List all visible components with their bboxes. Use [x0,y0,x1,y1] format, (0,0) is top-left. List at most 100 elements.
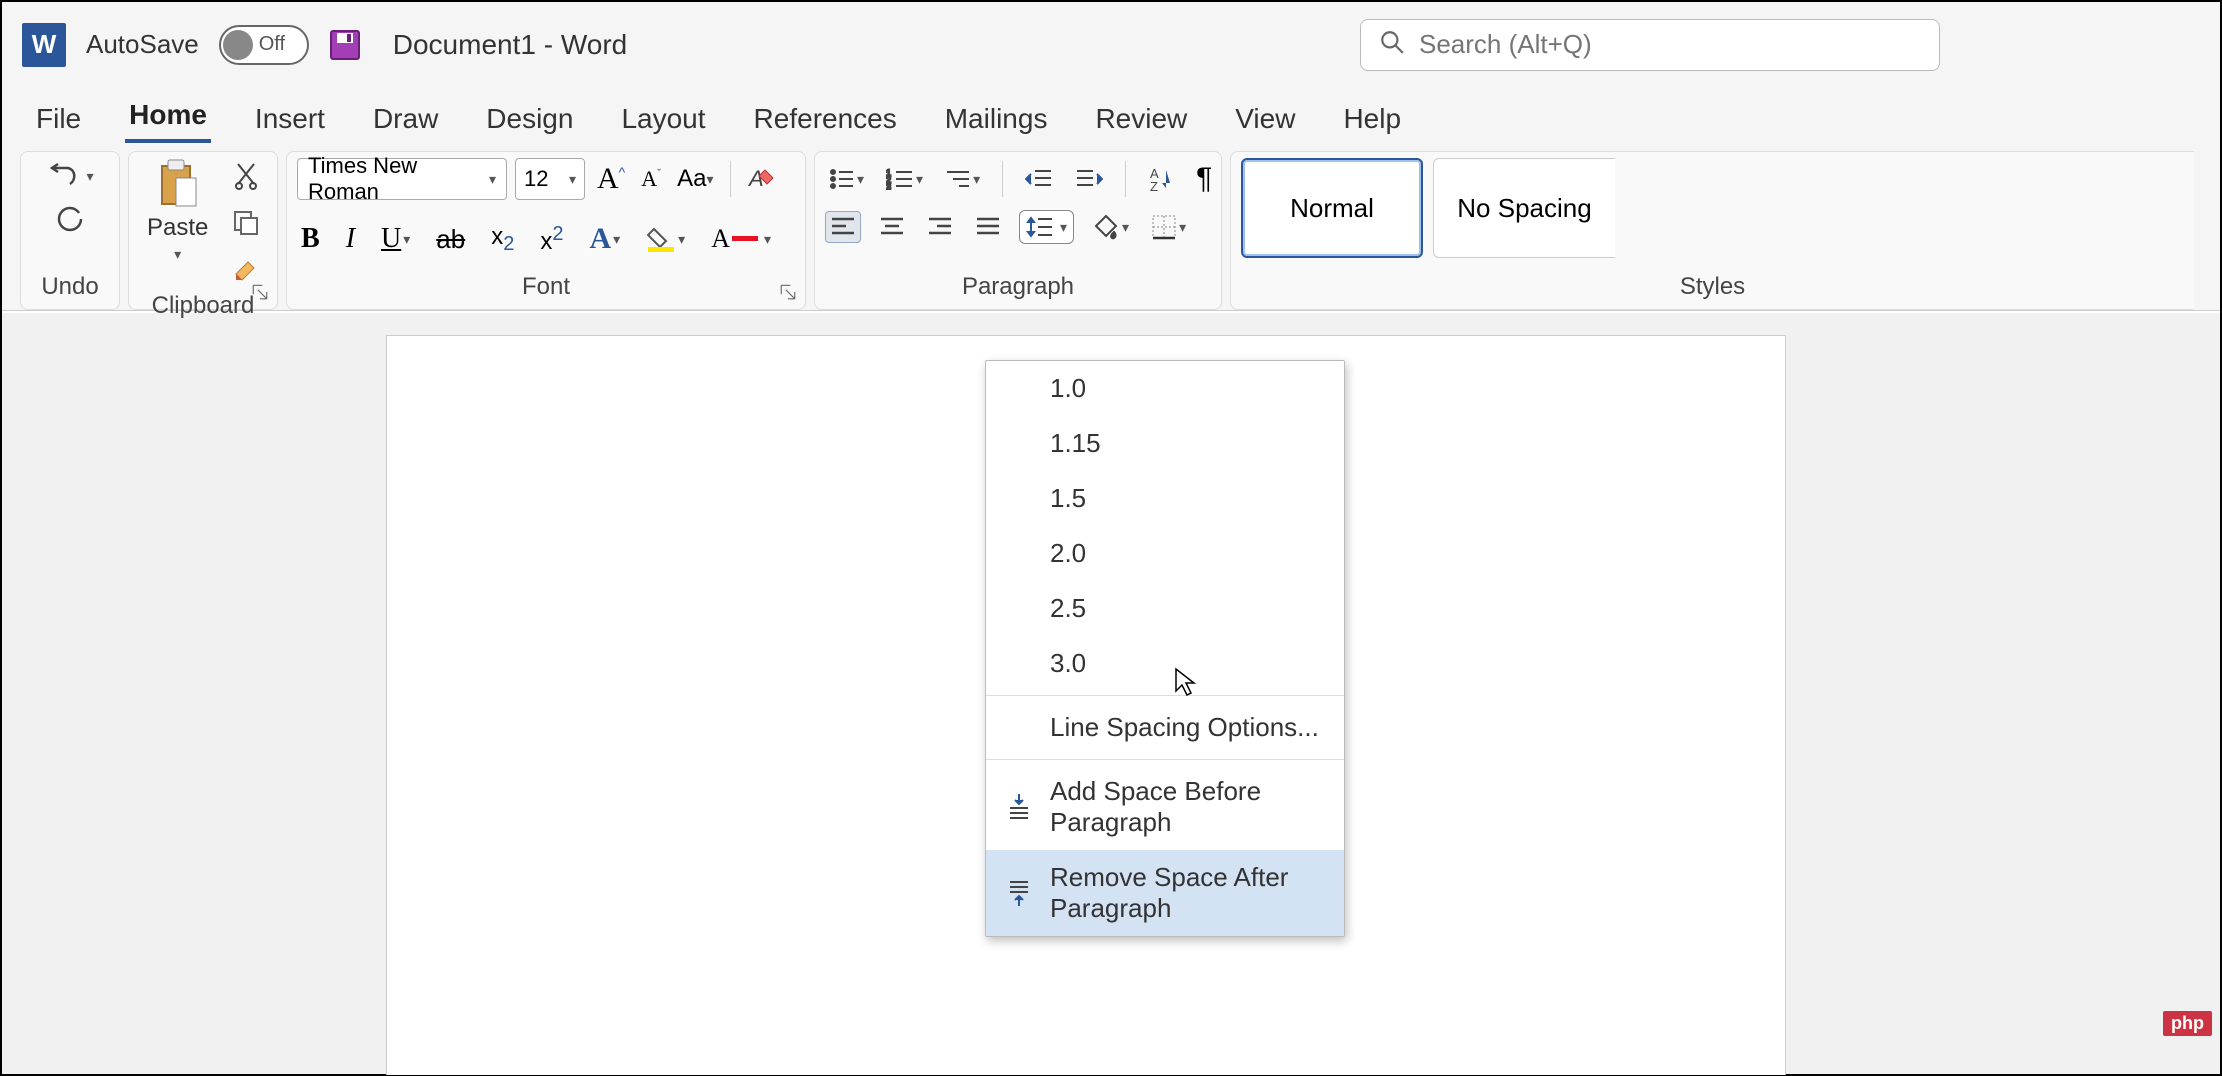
undo-button[interactable]: ▾ [42,158,97,194]
style-no-spacing[interactable]: No Spacing [1433,158,1615,258]
underline-button[interactable]: U▾ [377,219,414,259]
spacing-2-5[interactable]: 2.5 [986,581,1344,636]
group-paragraph: ▾ 123▾ ▾ AZ ¶ ▾ ▾ ▾ [814,151,1222,310]
tab-mailings[interactable]: Mailings [941,95,1052,143]
tab-file[interactable]: File [32,95,85,143]
add-space-before[interactable]: Add Space Before Paragraph [986,764,1344,850]
font-size-value: 12 [524,166,548,192]
tab-view[interactable]: View [1231,95,1299,143]
mouse-cursor-icon [1174,667,1198,702]
divider [1125,161,1126,197]
tab-insert[interactable]: Insert [251,95,329,143]
font-size-combo[interactable]: 12 ▾ [515,158,585,200]
chevron-down-icon: ▾ [86,168,93,185]
chevron-down-icon: ▾ [569,171,576,188]
numbering-button[interactable]: 123▾ [882,164,927,194]
align-center-button[interactable] [875,212,909,242]
tab-review[interactable]: Review [1091,95,1191,143]
dialog-launcher-icon[interactable] [779,283,797,301]
divider [730,161,731,197]
chevron-down-icon: ▾ [489,171,496,188]
tab-layout[interactable]: Layout [617,95,709,143]
remove-space-after[interactable]: Remove Space After Paragraph [986,850,1344,936]
align-left-button[interactable] [825,211,861,243]
tab-help[interactable]: Help [1339,95,1405,143]
increase-indent-button[interactable] [1071,164,1107,194]
chevron-down-icon[interactable]: ▾ [174,246,181,263]
copy-button[interactable] [229,206,263,240]
borders-button[interactable]: ▾ [1147,210,1190,244]
clear-formatting-button[interactable]: A [743,160,781,198]
svg-text:Z: Z [1150,179,1158,192]
spacing-1-0[interactable]: 1.0 [986,361,1344,416]
autosave-knob [223,30,253,60]
font-name-combo[interactable]: Times New Roman ▾ [297,158,507,200]
menu-separator [986,759,1344,760]
line-spacing-button[interactable]: ▾ [1019,210,1074,244]
chevron-down-icon: ▾ [1060,219,1067,236]
justify-button[interactable] [971,212,1005,242]
autosave-label: AutoSave [86,29,199,60]
grow-font-button[interactable]: A^ [593,158,629,200]
ribbon: ▾ Undo Paste ▾ Clipboard [2,143,2220,311]
autosave-toggle[interactable]: Off [219,25,309,65]
menu-separator [986,695,1344,696]
superscript-button[interactable]: x2 [536,219,567,260]
group-font: Times New Roman ▾ 12 ▾ A^ Aˇ Aa▾ A B I U… [286,151,806,310]
divider [1002,161,1003,197]
php-badge: php [2163,1011,2212,1036]
strikethrough-button[interactable]: ab [432,220,469,259]
font-name-value: Times New Roman [308,153,489,205]
multilevel-list-button[interactable]: ▾ [941,164,984,194]
line-spacing-options[interactable]: Line Spacing Options... [986,700,1344,755]
line-spacing-menu: 1.0 1.15 1.5 2.0 2.5 3.0 Line Spacing Op… [985,360,1345,937]
document-title: Document1 - Word [393,29,627,61]
tab-draw[interactable]: Draw [369,95,442,143]
search-icon [1379,29,1405,60]
italic-button[interactable]: I [342,219,359,259]
paste-label: Paste [147,214,208,242]
group-clipboard: Paste ▾ Clipboard [128,151,278,310]
dialog-launcher-icon[interactable] [251,283,269,301]
add-space-before-icon [1004,792,1034,822]
save-icon[interactable] [329,29,361,61]
spacing-1-5[interactable]: 1.5 [986,471,1344,526]
redo-button[interactable] [51,200,89,238]
text-effects-button[interactable]: A▾ [585,218,624,260]
tab-home[interactable]: Home [125,91,211,143]
paste-button[interactable]: Paste ▾ [139,158,216,263]
style-normal[interactable]: Normal [1241,158,1423,258]
remove-space-after-icon [1004,878,1034,908]
highlight-button[interactable]: ▾ [642,221,689,257]
group-label-clipboard: Clipboard [139,288,267,324]
show-marks-button[interactable]: ¶ [1192,158,1216,200]
group-label-font: Font [297,269,795,305]
group-label-paragraph: Paragraph [825,269,1211,305]
align-right-button[interactable] [923,212,957,242]
word-app-icon: W [22,23,66,67]
search-input[interactable] [1419,29,1921,60]
title-bar: W AutoSave Off Document1 - Word [2,2,2220,87]
font-color-button[interactable]: A▾ [707,220,775,258]
ribbon-tabs: File Home Insert Draw Design Layout Refe… [2,87,2220,143]
subscript-button[interactable]: x2 [487,219,518,260]
spacing-3-0[interactable]: 3.0 [986,636,1344,691]
decrease-indent-button[interactable] [1021,164,1057,194]
bold-button[interactable]: B [297,219,324,259]
add-space-before-label: Add Space Before Paragraph [1050,776,1320,838]
search-box[interactable] [1360,19,1940,71]
tab-references[interactable]: References [750,95,901,143]
shading-button[interactable]: ▾ [1088,210,1133,244]
tab-design[interactable]: Design [482,95,577,143]
shrink-font-button[interactable]: Aˇ [637,162,665,196]
group-styles: Normal No Spacing Styles [1230,151,2194,310]
spacing-1-15[interactable]: 1.15 [986,416,1344,471]
spacing-2-0[interactable]: 2.0 [986,526,1344,581]
bullets-button[interactable]: ▾ [825,164,868,194]
cut-button[interactable] [230,158,262,194]
autosave-state-text: Off [259,33,285,56]
change-case-button[interactable]: Aa▾ [673,161,717,197]
group-label-styles: Styles [1241,269,2184,305]
sort-button[interactable]: AZ [1144,162,1178,196]
remove-space-after-label: Remove Space After Paragraph [1050,862,1320,924]
